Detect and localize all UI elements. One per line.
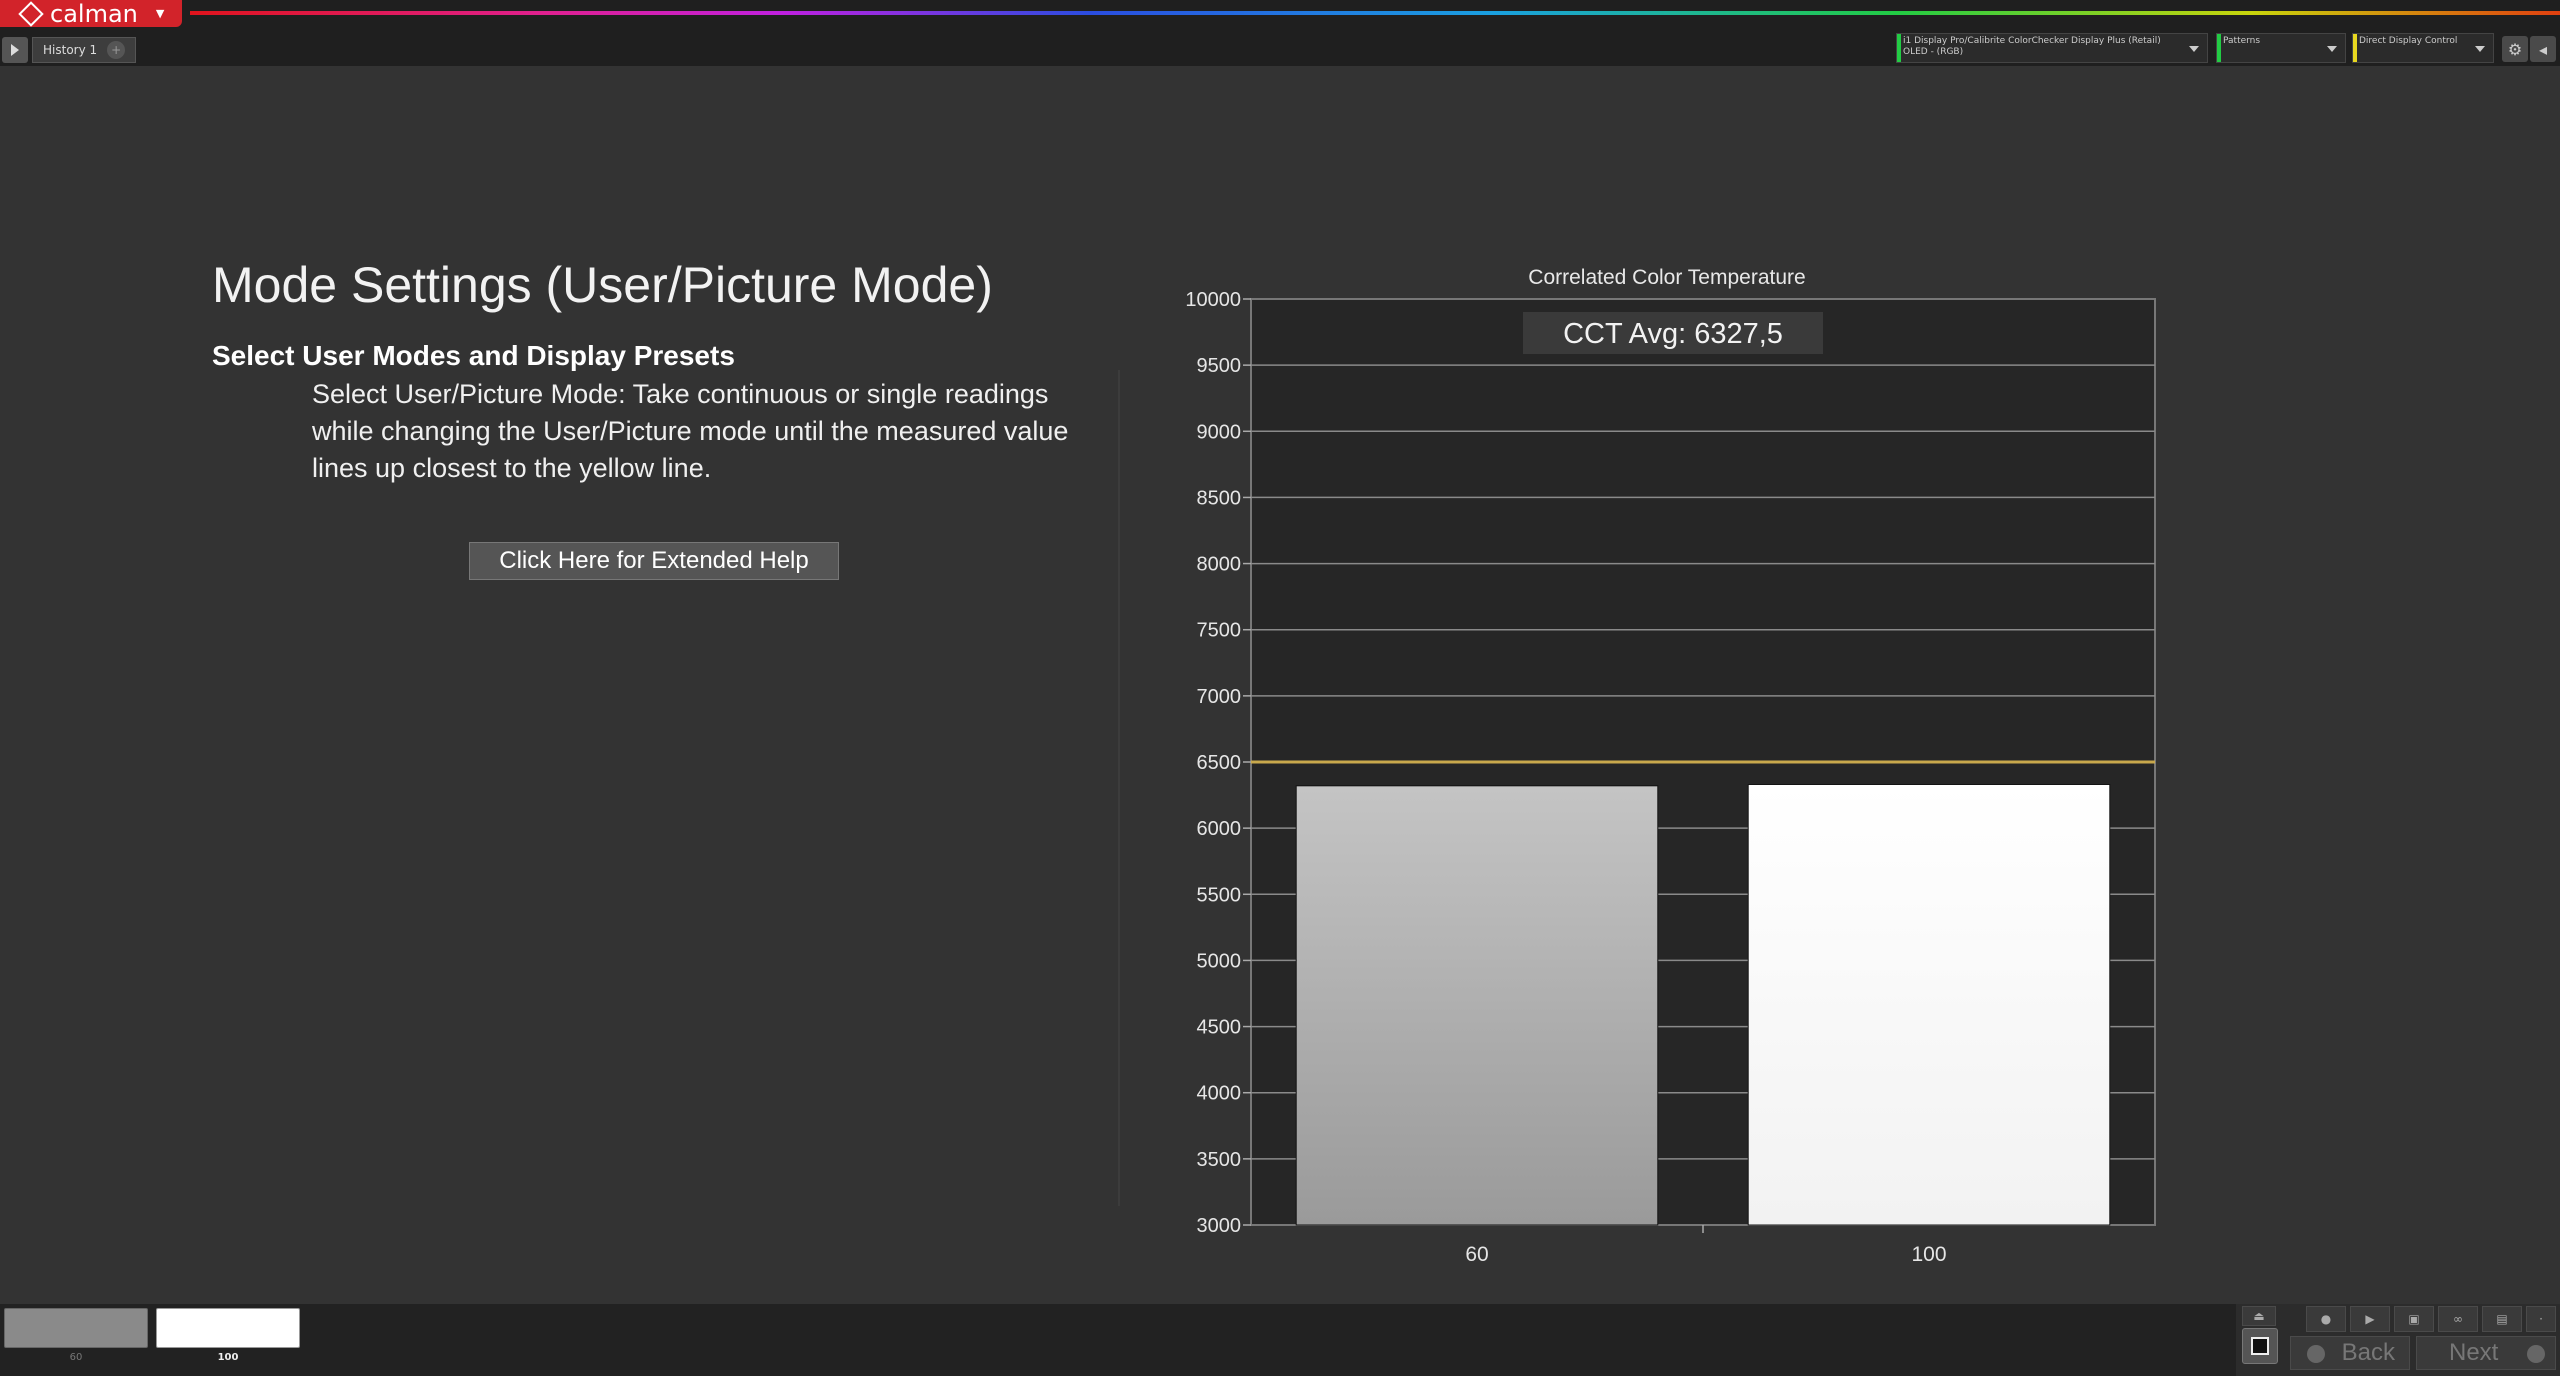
add-tab-icon[interactable]: + <box>107 41 126 59</box>
settings-gear-icon[interactable]: ⚙ <box>2502 36 2528 62</box>
chart-title: Correlated Color Temperature <box>1528 266 1805 289</box>
pattern-thumb-60[interactable]: 60 <box>4 1308 148 1364</box>
collapse-arrow-icon[interactable]: ◂ <box>2530 36 2556 62</box>
display-control-label: Direct Display Control <box>2359 36 2458 46</box>
cct-chart: Correlated Color Temperature 3000 3500 400… <box>1185 266 2156 1262</box>
y-tick-label: 6000 <box>1197 818 1242 840</box>
record-icon[interactable]: ● <box>2306 1306 2346 1332</box>
calman-logo-menu[interactable]: calman ▼ <box>0 0 182 28</box>
back-label: Back <box>2341 1339 2395 1366</box>
stop-button[interactable] <box>2242 1328 2278 1364</box>
lock-icon[interactable]: ▣ <box>2394 1306 2434 1332</box>
tab-row: History 1 + <box>0 36 137 64</box>
pattern-thumb-100[interactable]: 100 <box>156 1308 300 1364</box>
logo-text: calman <box>50 0 138 28</box>
bar-60 <box>1295 785 1659 1226</box>
pattern-label: 100 <box>217 1352 239 1363</box>
patterns-label: Patterns <box>2223 36 2261 46</box>
y-tick-label: 3500 <box>1197 1149 1242 1171</box>
delete-icon[interactable]: ▤ <box>2482 1306 2522 1332</box>
control-status-bar <box>2353 34 2357 62</box>
top-bar: calman ▼ History 1 + i1 Display Pro/Cali… <box>0 0 2560 66</box>
extended-help-button[interactable]: Click Here for Extended Help <box>469 542 839 580</box>
y-tick-label: 10000 <box>1185 289 1241 311</box>
bottom-bar: 60 100 <box>0 1304 2560 1376</box>
chevron-down-icon <box>2475 46 2485 52</box>
rainbow-strip <box>190 11 2560 15</box>
pattern-label: 60 <box>69 1352 83 1363</box>
bar-100 <box>1747 783 2111 1226</box>
stop-icon <box>2251 1337 2269 1355</box>
y-tick-label: 9500 <box>1197 355 1242 377</box>
calman-diamond-icon <box>18 0 44 27</box>
back-button[interactable]: Back <box>2290 1336 2410 1370</box>
y-tick-label: 3000 <box>1197 1215 1242 1237</box>
meter-dropdown[interactable]: i1 Display Pro/Calibrite ColorChecker Di… <box>1896 33 2208 63</box>
chevron-down-icon <box>2189 46 2199 52</box>
next-label: Next <box>2449 1339 2499 1366</box>
panel-divider <box>1118 370 1120 1206</box>
y-tick-label: 8500 <box>1197 487 1242 509</box>
y-tick-label: 9000 <box>1197 421 1242 443</box>
y-tick-label: 7000 <box>1197 686 1242 708</box>
chevron-down-icon: ▼ <box>155 7 165 20</box>
y-tick-label: 4500 <box>1197 1017 1242 1039</box>
play-icon[interactable] <box>2 37 28 63</box>
page-title: Mode Settings (User/Picture Mode) <box>212 257 993 313</box>
loop-icon[interactable]: ∞ <box>2438 1306 2478 1332</box>
x-tick-label: 60 <box>1465 1243 1488 1262</box>
eject-icon[interactable]: ⏏ <box>2242 1306 2276 1326</box>
chevron-down-icon <box>2327 46 2337 52</box>
meter-mode: OLED - (RGB) <box>1903 47 1964 57</box>
y-tick-label: 5000 <box>1197 950 1242 972</box>
page-description: Select User/Picture Mode: Take continuou… <box>312 379 1069 483</box>
meter-status-bar <box>1897 34 1901 62</box>
y-tick-label: 8000 <box>1197 554 1242 576</box>
pattern-swatch <box>4 1308 148 1348</box>
y-tick-label: 4000 <box>1197 1083 1242 1105</box>
patterns-dropdown[interactable]: Patterns <box>2216 33 2346 63</box>
tab-history-1[interactable]: History 1 + <box>32 37 137 63</box>
y-tick-label: 6500 <box>1197 752 1242 774</box>
next-button[interactable]: Next <box>2416 1336 2556 1370</box>
x-tick-label: 100 <box>1911 1243 1946 1262</box>
meter-name: i1 Display Pro/Calibrite ColorChecker Di… <box>1903 36 2161 46</box>
pattern-swatch <box>156 1308 300 1348</box>
back-arrow-icon <box>2307 1345 2325 1363</box>
next-arrow-icon <box>2527 1345 2545 1363</box>
play-icon[interactable]: ▶ <box>2350 1306 2390 1332</box>
y-tick-label: 5500 <box>1197 884 1242 906</box>
cct-avg-label: CCT Avg: 6327,5 <box>1563 318 1783 350</box>
patterns-status-bar <box>2217 34 2221 62</box>
page-subtitle: Select User Modes and Display Presets <box>212 340 735 371</box>
y-tick-label: 7500 <box>1197 620 1242 642</box>
more-icon[interactable]: · <box>2526 1306 2556 1332</box>
display-control-dropdown[interactable]: Direct Display Control <box>2352 33 2494 63</box>
history-tab-label: History 1 <box>43 43 98 57</box>
